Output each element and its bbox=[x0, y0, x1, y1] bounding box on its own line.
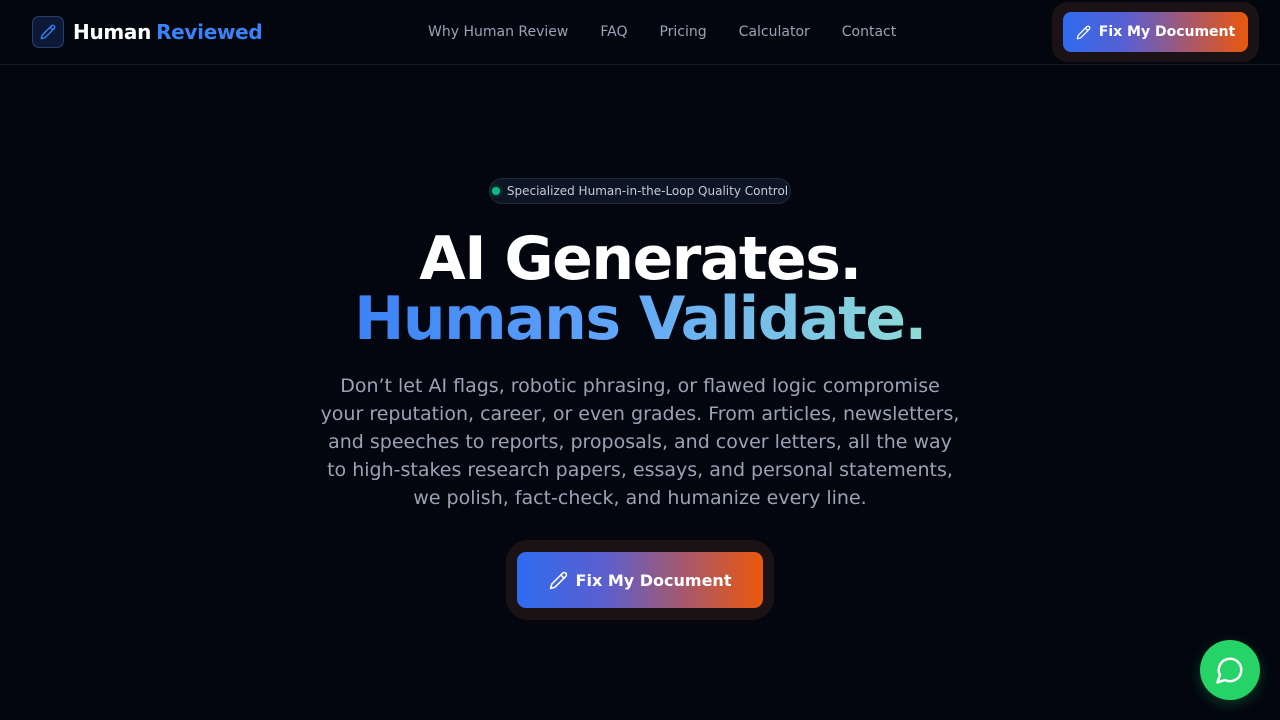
pen-icon bbox=[549, 571, 576, 590]
header-cta-glow: Fix My Document bbox=[1052, 2, 1259, 62]
hero-headline-line2-text: Humans Validate. bbox=[354, 284, 927, 354]
hero-fix-document-button[interactable]: Fix My Document bbox=[517, 552, 763, 608]
main-nav: Why Human Review FAQ Pricing Calculator … bbox=[428, 0, 928, 64]
landing-page: Human Reviewed Why Human Review FAQ Prici… bbox=[0, 0, 1280, 720]
brand-name-part1: Human bbox=[73, 20, 152, 44]
brand-name-part2: Reviewed bbox=[156, 20, 263, 44]
header-fix-document-button[interactable]: Fix My Document bbox=[1063, 12, 1248, 52]
nav-faq[interactable]: FAQ bbox=[600, 24, 627, 40]
pen-icon bbox=[1076, 25, 1099, 40]
header-cta-label: Fix My Document bbox=[1098, 24, 1236, 40]
status-dot-icon bbox=[491, 187, 500, 195]
hero-cta-glow: Fix My Document bbox=[506, 540, 774, 620]
brand-name: Human Reviewed bbox=[73, 20, 263, 44]
hero-subtitle: Don’t let AI flags, robotic phrasing, or… bbox=[320, 375, 960, 509]
hero-headline-line2: Humans Validate. bbox=[0, 287, 1280, 351]
hero-badge: Specialized Human-in-the-Loop Quality Co… bbox=[489, 178, 791, 204]
hero-headline-line1: AI Generates. bbox=[419, 224, 862, 294]
nav-pricing[interactable]: Pricing bbox=[659, 24, 706, 40]
pen-icon bbox=[32, 16, 64, 48]
nav-why-human-review[interactable]: Why Human Review bbox=[428, 24, 568, 40]
hero-badge-text: Specialized Human-in-the-Loop Quality Co… bbox=[506, 184, 789, 198]
brand-logo-link[interactable]: Human Reviewed bbox=[32, 16, 263, 48]
chat-button[interactable] bbox=[1200, 640, 1260, 700]
hero-cta-label: Fix My Document bbox=[575, 570, 732, 590]
site-header: Human Reviewed Why Human Review FAQ Prici… bbox=[0, 0, 1280, 65]
nav-contact[interactable]: Contact bbox=[842, 24, 896, 40]
nav-calculator[interactable]: Calculator bbox=[739, 24, 810, 40]
chat-bubble-icon bbox=[1215, 655, 1245, 685]
